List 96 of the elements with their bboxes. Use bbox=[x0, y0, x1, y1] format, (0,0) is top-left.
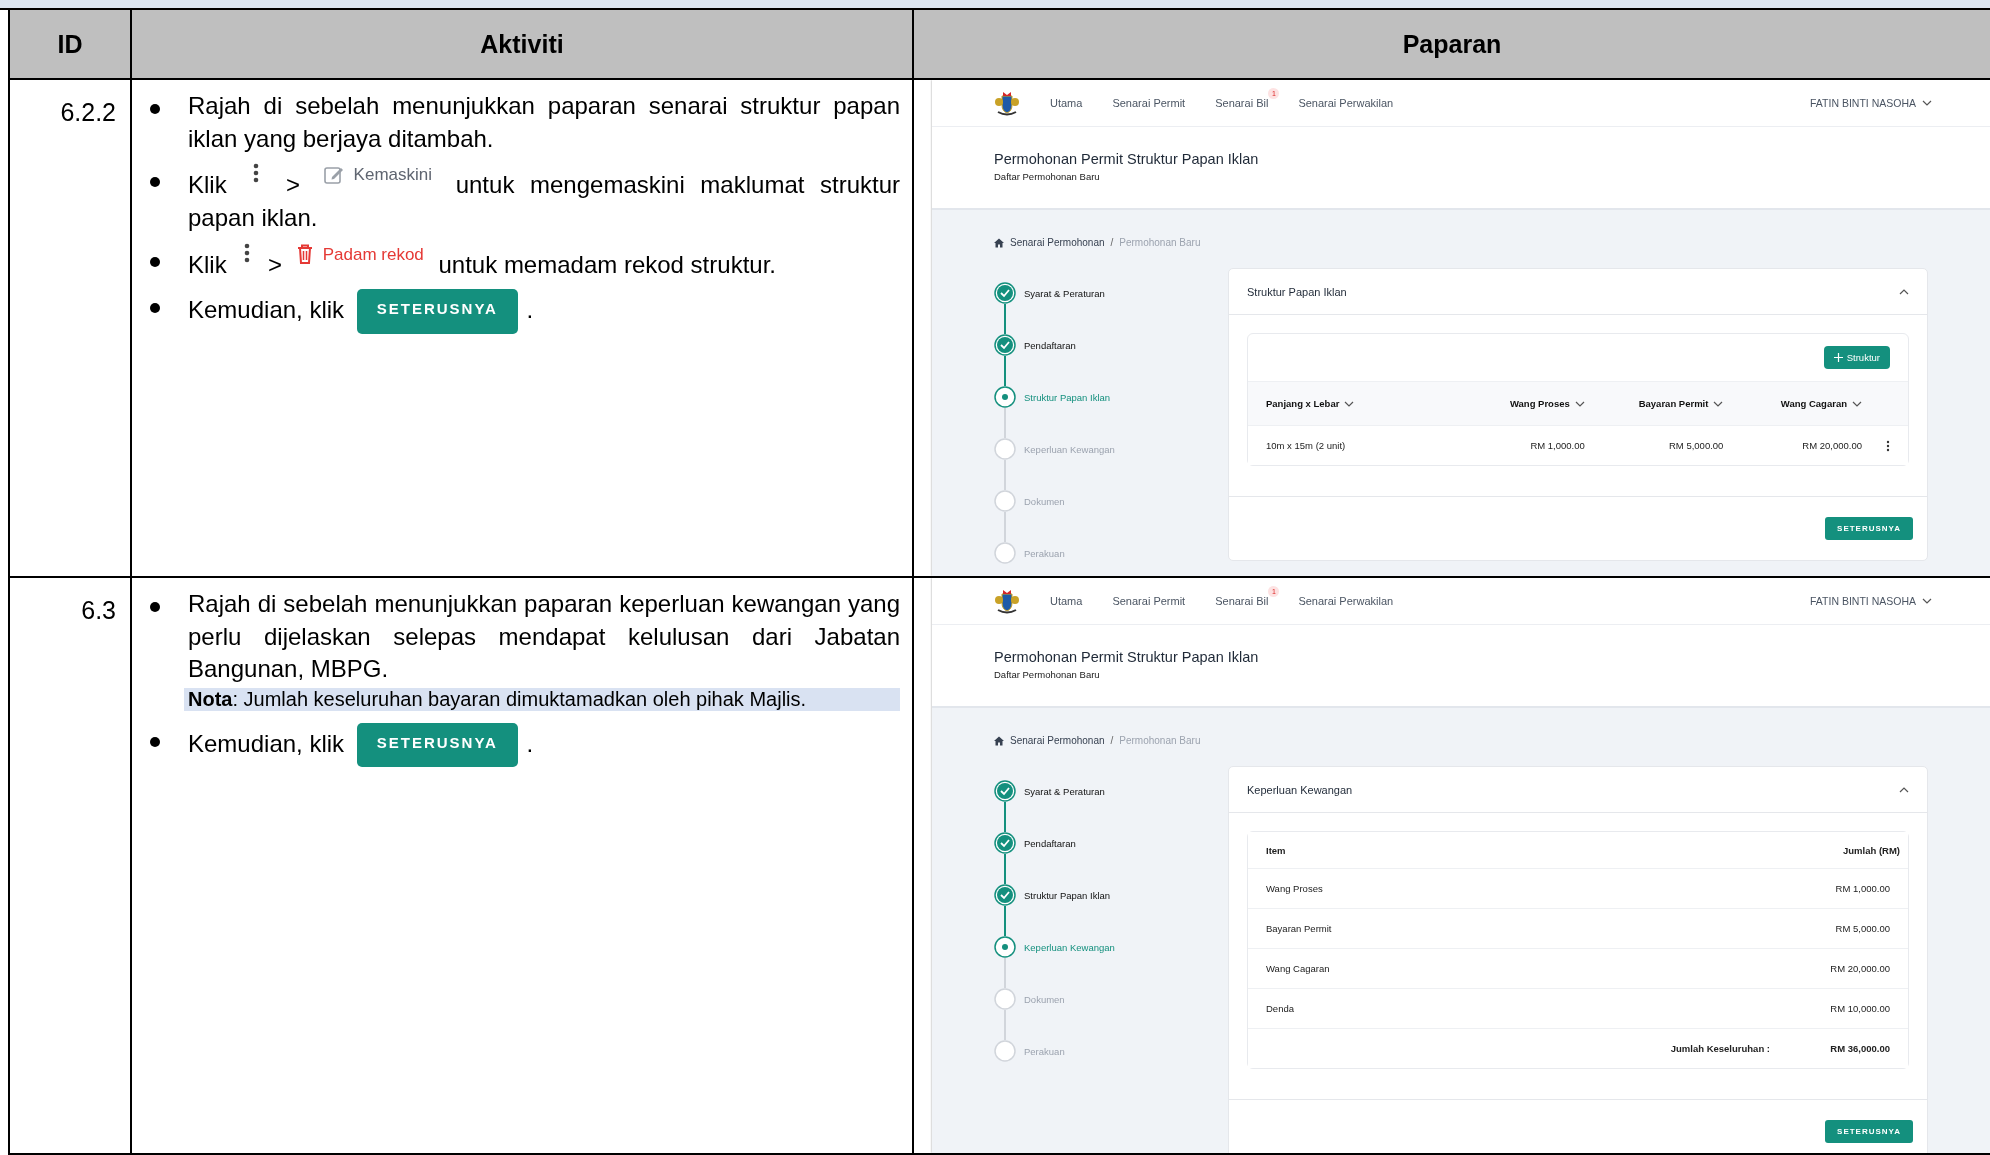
chevron-down-icon bbox=[1922, 598, 1932, 604]
nav-link[interactable]: Senarai Permit bbox=[1112, 97, 1186, 109]
column-header: Item bbox=[1266, 844, 1287, 856]
sort-caret-icon[interactable] bbox=[1713, 400, 1724, 407]
column-header: ID bbox=[57, 29, 83, 59]
step-label: Keperluan Kewangan bbox=[1024, 443, 1115, 455]
collapse-chevron-icon[interactable] bbox=[1899, 786, 1909, 793]
bullet-icon bbox=[150, 177, 160, 188]
step-label: Dokumen bbox=[1024, 993, 1065, 1005]
nav-link[interactable]: Senarai Bil bbox=[1215, 97, 1269, 109]
panel-title: Keperluan Kewangan bbox=[1247, 783, 1353, 796]
bullet-icon bbox=[150, 256, 160, 267]
step-label: Perakuan bbox=[1024, 547, 1065, 559]
step-label: Keperluan Kewangan bbox=[1024, 941, 1115, 953]
table-cell-text: RM 5,000.00 bbox=[1668, 440, 1724, 451]
add-structure-button[interactable]: Struktur bbox=[1823, 346, 1890, 369]
bullet-icon bbox=[150, 303, 160, 314]
table-cell-text: RM 5,000.00 bbox=[1834, 923, 1890, 934]
table-cell-text: 10m x 15m (2 unit) bbox=[1266, 440, 1347, 451]
home-icon[interactable] bbox=[994, 735, 1004, 746]
crest-logo bbox=[994, 90, 1020, 116]
instruction-text: Kemudian, klik bbox=[188, 729, 345, 757]
user-menu[interactable]: FATIN BINTI NASOHA bbox=[1810, 595, 1932, 607]
table-cell-text: RM 10,000.00 bbox=[1829, 1003, 1890, 1014]
total-label: Jumlah Keseluruhan : bbox=[1669, 1043, 1770, 1054]
chevron-down-icon bbox=[1922, 100, 1932, 106]
trash-icon bbox=[296, 244, 313, 265]
step-label: Pendaftaran bbox=[1024, 339, 1076, 351]
bullet-icon bbox=[150, 104, 160, 114]
instruction-text: untuk memadam rekod struktur. bbox=[438, 250, 776, 278]
step-label: Syarat & Peraturan bbox=[1024, 287, 1105, 299]
nav-link[interactable]: Senarai Perwakilan bbox=[1298, 97, 1394, 109]
column-header[interactable]: Bayaran Permit bbox=[1638, 398, 1709, 409]
breadcrumb-separator: / bbox=[1110, 735, 1114, 746]
nav-link[interactable]: Senarai Perwakilan bbox=[1298, 595, 1394, 607]
table-cell-text: RM 20,000.00 bbox=[1829, 963, 1890, 974]
page-title: Permohonan Permit Struktur Papan Iklan bbox=[994, 151, 1260, 167]
nav-link[interactable]: Utama bbox=[1050, 595, 1083, 607]
column-header: Aktiviti bbox=[480, 29, 564, 59]
table-cell-text: RM 20,000.00 bbox=[1801, 440, 1862, 451]
note-text: Nota: Jumlah keseluruhan bayaran dimuktamadkan oleh pihak Majlis. bbox=[184, 687, 900, 711]
instruction-text: . bbox=[526, 296, 534, 324]
sort-caret-icon[interactable] bbox=[1574, 400, 1585, 407]
page-subtitle: Daftar Permohonan Baru bbox=[994, 669, 1101, 680]
step-label: Dokumen bbox=[1024, 495, 1065, 507]
bullet-icon bbox=[150, 602, 160, 612]
step-label: Pendaftaran bbox=[1024, 837, 1076, 849]
more-menu-icon[interactable] bbox=[1886, 439, 1890, 452]
page-title: Permohonan Permit Struktur Papan Iklan bbox=[994, 649, 1260, 665]
sort-caret-icon[interactable] bbox=[1852, 400, 1862, 407]
instruction-text: Rajah di sebelah menunjukkan paparan senarai struktur papan iklan yang berjaya ditambah. bbox=[188, 92, 900, 152]
column-header[interactable]: Wang Proses bbox=[1509, 398, 1570, 409]
crest-logo bbox=[994, 588, 1020, 614]
table-cell-text: RM 1,000.00 bbox=[1834, 883, 1890, 894]
row-id: 6.3 bbox=[81, 596, 116, 625]
row-id: 6.2.2 bbox=[60, 98, 116, 127]
page-subtitle: Daftar Permohonan Baru bbox=[994, 171, 1101, 182]
user-menu[interactable]: FATIN BINTI NASOHA bbox=[1810, 97, 1932, 109]
table-cell-text: Wang Proses bbox=[1266, 883, 1324, 894]
breadcrumb-link[interactable]: Senarai Permohonan bbox=[1010, 735, 1105, 746]
instruction-text: > bbox=[268, 250, 283, 278]
sort-caret-icon[interactable] bbox=[1344, 400, 1355, 407]
table-cell-text: Denda bbox=[1266, 1003, 1295, 1014]
instruction-text: Kemudian, klik bbox=[188, 296, 345, 324]
home-icon[interactable] bbox=[994, 237, 1004, 248]
column-header: Jumlah (RM) bbox=[1842, 844, 1900, 856]
nav-link[interactable]: Senarai Bil bbox=[1215, 595, 1269, 607]
plus-icon bbox=[1833, 353, 1843, 362]
instruction-text: Klik bbox=[188, 250, 227, 278]
column-header: Paparan bbox=[1402, 29, 1502, 59]
collapse-chevron-icon[interactable] bbox=[1899, 288, 1909, 295]
step-label: Syarat & Peraturan bbox=[1024, 785, 1105, 797]
column-header[interactable]: Wang Cagaran bbox=[1780, 398, 1847, 409]
bullet-icon bbox=[150, 736, 160, 747]
step-label: Struktur Papan Iklan bbox=[1024, 391, 1111, 403]
next-button[interactable]: SETERUSNYA bbox=[1825, 1120, 1913, 1143]
next-button[interactable]: SETERUSNYA bbox=[1825, 517, 1913, 540]
panel-title: Struktur Papan Iklan bbox=[1247, 285, 1347, 298]
nav-link[interactable]: Utama bbox=[1050, 97, 1083, 109]
table-cell-text: Wang Cagaran bbox=[1266, 963, 1331, 974]
column-header[interactable]: Panjang x Lebar bbox=[1266, 398, 1340, 409]
step-label: Perakuan bbox=[1024, 1045, 1065, 1057]
table-cell-text: Bayaran Permit bbox=[1266, 923, 1333, 934]
instruction-text: Klik bbox=[188, 171, 227, 199]
breadcrumb-separator: / bbox=[1110, 237, 1114, 248]
instruction-text: untuk mengemaskini maklumat struktur bbox=[455, 171, 901, 199]
nav-link[interactable]: Senarai Permit bbox=[1112, 595, 1186, 607]
total-amount: RM 36,000.00 bbox=[1829, 1043, 1890, 1054]
instruction-text: > bbox=[285, 171, 300, 199]
instruction-text: papan iklan. bbox=[188, 203, 318, 231]
edit-icon bbox=[323, 164, 344, 185]
breadcrumb-link[interactable]: Senarai Permohonan bbox=[1010, 237, 1105, 248]
instruction-text: . bbox=[526, 729, 534, 757]
instruction-text: Rajah di sebelah menunjukkan paparan keperluan kewangan yang perlu dijelaskan selepas mendapat kelulusan dari Jabatan Bangunan, MBPG. bbox=[188, 590, 900, 683]
table-cell-text: RM 1,000.00 bbox=[1529, 440, 1585, 451]
step-label: Struktur Papan Iklan bbox=[1024, 889, 1111, 901]
